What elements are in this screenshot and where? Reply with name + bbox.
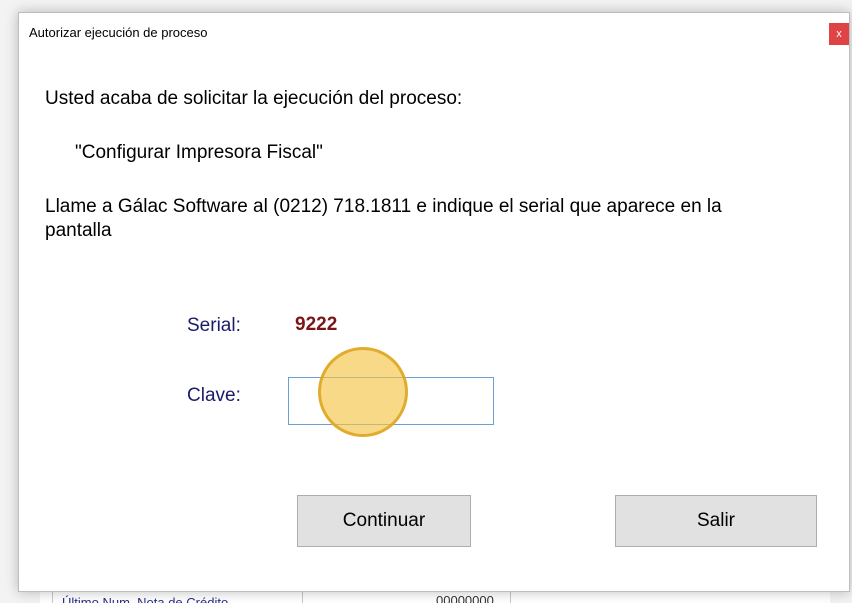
screen: Último Num. Nota de Crédito 00000000 Aut… bbox=[0, 0, 852, 603]
continue-button[interactable]: Continuar bbox=[297, 495, 471, 547]
dialog-title: Autorizar ejecución de proceso bbox=[29, 25, 208, 40]
request-message: Usted acaba de solicitar la ejecución de… bbox=[45, 88, 463, 109]
serial-value: 9222 bbox=[295, 314, 338, 335]
process-name: "Configurar Impresora Fiscal" bbox=[75, 142, 323, 163]
exit-button[interactable]: Salir bbox=[615, 495, 817, 547]
background-cell-divider bbox=[52, 591, 53, 603]
authorize-process-dialog: Autorizar ejecución de proceso x Usted a… bbox=[18, 12, 850, 592]
dialog-titlebar[interactable]: Autorizar ejecución de proceso x bbox=[19, 13, 849, 51]
background-row-value: 00000000 bbox=[436, 593, 494, 603]
call-instructions: Llame a Gálac Software al (0212) 718.181… bbox=[45, 196, 722, 241]
close-button[interactable]: x bbox=[829, 23, 849, 45]
serial-label: Serial: bbox=[187, 315, 241, 336]
close-icon: x bbox=[836, 28, 842, 40]
clave-input[interactable] bbox=[288, 377, 494, 425]
background-cell-divider bbox=[510, 591, 511, 603]
background-row-label: Último Num. Nota de Crédito bbox=[62, 595, 229, 603]
background-cell-divider bbox=[302, 591, 303, 603]
clave-label: Clave: bbox=[187, 385, 241, 406]
